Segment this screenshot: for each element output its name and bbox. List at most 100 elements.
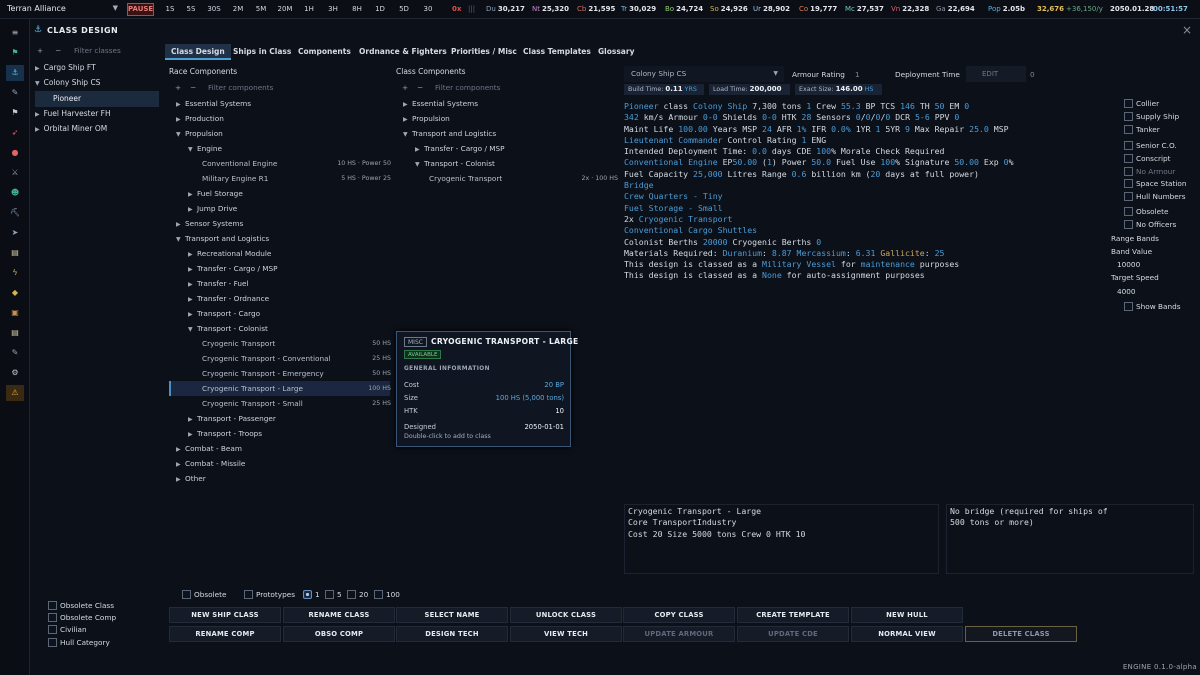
timestep-2m[interactable]: 2M (227, 3, 249, 16)
tree-row[interactable]: ▼ Transport and Logistics (403, 126, 603, 141)
option-checkbox[interactable] (1124, 179, 1133, 188)
wrench-icon[interactable]: ✎ (6, 85, 24, 101)
tree-row[interactable]: ▶ Transport - Troops (188, 426, 386, 441)
timestep-1d[interactable]: 1D (369, 3, 391, 16)
flag-small-icon[interactable]: ⚑ (6, 105, 24, 121)
race-components-filter[interactable]: Filter components (208, 82, 273, 94)
option-checkbox[interactable] (1124, 207, 1133, 216)
design-tech-button[interactable]: DESIGN TECH (396, 626, 508, 642)
class-type-select[interactable]: Colony Ship CS ▼ (624, 66, 784, 82)
tree-row[interactable]: ▼ Engine (188, 141, 386, 156)
band-value[interactable]: 10000 (1117, 260, 1140, 269)
tree-row[interactable]: ▶ Combat - Missile (176, 456, 376, 471)
obso-comp-button[interactable]: OBSO COMP (283, 626, 395, 642)
pickaxe-icon[interactable]: ⛏ (6, 205, 24, 221)
anchor-icon[interactable]: ⚓ (6, 65, 24, 81)
new-ship-class-button[interactable]: NEW SHIP CLASS (169, 607, 281, 623)
create-template-button[interactable]: CREATE TEMPLATE (737, 607, 849, 623)
hull-category-checkbox[interactable] (48, 638, 57, 647)
tree-row[interactable]: Cryogenic Transport - Small 25 HS (202, 396, 391, 411)
tree-row[interactable]: ▶ Production (176, 111, 376, 126)
view-tech-button[interactable]: VIEW TECH (510, 626, 622, 642)
class-item-colony-ship[interactable]: ▼ Colony Ship CS (35, 76, 100, 89)
bolt-icon[interactable]: ϟ (6, 265, 24, 281)
obsolete-class-checkbox[interactable] (48, 601, 57, 610)
timestep-20m[interactable]: 20M (274, 3, 296, 16)
tree-row[interactable]: Cryogenic Transport - Emergency 50 HS (202, 366, 391, 381)
timestep-3h[interactable]: 3H (322, 3, 344, 16)
timestep-1s[interactable]: 1S (159, 3, 181, 16)
option-checkbox[interactable] (1124, 154, 1133, 163)
option-checkbox[interactable] (1124, 112, 1133, 121)
box-icon[interactable]: ▣ (6, 305, 24, 321)
timestep-1h[interactable]: 1H (298, 3, 320, 16)
add-icon[interactable]: + (402, 82, 408, 94)
tab-ships-in-class[interactable]: Ships in Class (227, 44, 297, 60)
tree-row[interactable]: ▶ Transport - Passenger (188, 411, 386, 426)
tree-row[interactable]: ▶ Essential Systems (176, 96, 376, 111)
delete-class-button[interactable]: DELETE CLASS (965, 626, 1077, 642)
add-class-icon[interactable]: + (37, 45, 43, 57)
radio-5[interactable] (325, 590, 334, 599)
gear-icon[interactable]: ⚙ (6, 365, 24, 381)
tree-row[interactable]: ▶ Other (176, 471, 376, 486)
option-checkbox[interactable] (1124, 99, 1133, 108)
civilian-checkbox[interactable] (48, 625, 57, 634)
tree-row[interactable]: ▶ Transfer - Cargo / MSP (415, 141, 613, 156)
ship-icon[interactable]: ➤ (6, 225, 24, 241)
option-checkbox[interactable] (1124, 192, 1133, 201)
tree-row[interactable]: Cryogenic Transport - Large 100 HS (202, 381, 391, 396)
tab-ordnance-fighters[interactable]: Ordnance & Fighters (353, 44, 453, 60)
radio-20[interactable] (347, 590, 356, 599)
tree-row[interactable]: ▶ Transfer - Fuel (188, 276, 386, 291)
remove-component-icon[interactable]: − (190, 82, 196, 94)
person-icon[interactable]: ☻ (6, 185, 24, 201)
tree-row[interactable]: Military Engine R1 5 HS · Power 25 (202, 171, 391, 186)
radio-100[interactable] (374, 590, 383, 599)
timestep-8h[interactable]: 8H (346, 3, 368, 16)
tree-row[interactable]: ▼ Transport and Logistics (176, 231, 376, 246)
class-item-cargo-ship[interactable]: ▶ Cargo Ship FT (35, 61, 96, 74)
target-speed-value[interactable]: 4000 (1117, 287, 1136, 296)
tree-row[interactable]: ▶ Jump Drive (188, 201, 386, 216)
class-item-fuel-harvester[interactable]: ▶ Fuel Harvester FH (35, 107, 111, 120)
tool-icon[interactable]: ✎ (6, 345, 24, 361)
option-checkbox[interactable] (1124, 125, 1133, 134)
remove-icon[interactable]: − (417, 82, 423, 94)
rocket-icon[interactable]: ➶ (6, 125, 24, 141)
class-filter-input[interactable]: Filter classes (74, 45, 121, 57)
close-icon[interactable]: × (1182, 23, 1192, 37)
obsolete-comp-checkbox[interactable] (48, 613, 57, 622)
show-bands-checkbox[interactable] (1124, 302, 1133, 311)
option-checkbox[interactable] (1124, 167, 1133, 176)
tab-class-design[interactable]: Class Design (165, 44, 231, 60)
obsolete-checkbox[interactable] (182, 590, 191, 599)
rename-comp-button[interactable]: RENAME COMP (169, 626, 281, 642)
tree-row[interactable]: ▼ Propulsion (176, 126, 376, 141)
deployment-edit-button[interactable]: EDIT (966, 66, 1026, 82)
timestep-5m[interactable]: 5M (250, 3, 272, 16)
warning-icon[interactable]: ⚠ (6, 385, 24, 401)
class-item-pioneer[interactable]: Pioneer (35, 91, 159, 107)
tree-row[interactable]: Conventional Engine 10 HS · Power 50 (202, 156, 391, 171)
tree-row[interactable]: ▶ Essential Systems (403, 96, 603, 111)
option-checkbox[interactable] (1124, 220, 1133, 229)
tag-icon[interactable]: ◆ (6, 285, 24, 301)
tree-row[interactable]: ▶ Recreational Module (188, 246, 386, 261)
flag-icon[interactable]: ⚑ (6, 45, 24, 61)
clipboard2-icon[interactable]: ▤ (6, 325, 24, 341)
tab-priorities-misc[interactable]: Priorities / Misc (445, 44, 523, 60)
option-checkbox[interactable] (1124, 141, 1133, 150)
tree-row[interactable]: ▶ Fuel Storage (188, 186, 386, 201)
timestep-5d[interactable]: 5D (393, 3, 415, 16)
rename-class-button[interactable]: RENAME CLASS (283, 607, 395, 623)
tree-row[interactable]: ▶ Transfer - Cargo / MSP (188, 261, 386, 276)
tree-row[interactable]: ▶ Transfer - Ordnance (188, 291, 386, 306)
copy-class-button[interactable]: COPY CLASS (623, 607, 735, 623)
select-name-button[interactable]: SELECT NAME (396, 607, 508, 623)
prototypes-checkbox[interactable] (244, 590, 253, 599)
tree-row[interactable]: Cryogenic Transport 2x · 100 HS (429, 171, 618, 186)
swords-icon[interactable]: ⚔ (6, 165, 24, 181)
menu-icon[interactable]: ≡ (6, 25, 24, 41)
target-icon[interactable]: ● (6, 145, 24, 161)
